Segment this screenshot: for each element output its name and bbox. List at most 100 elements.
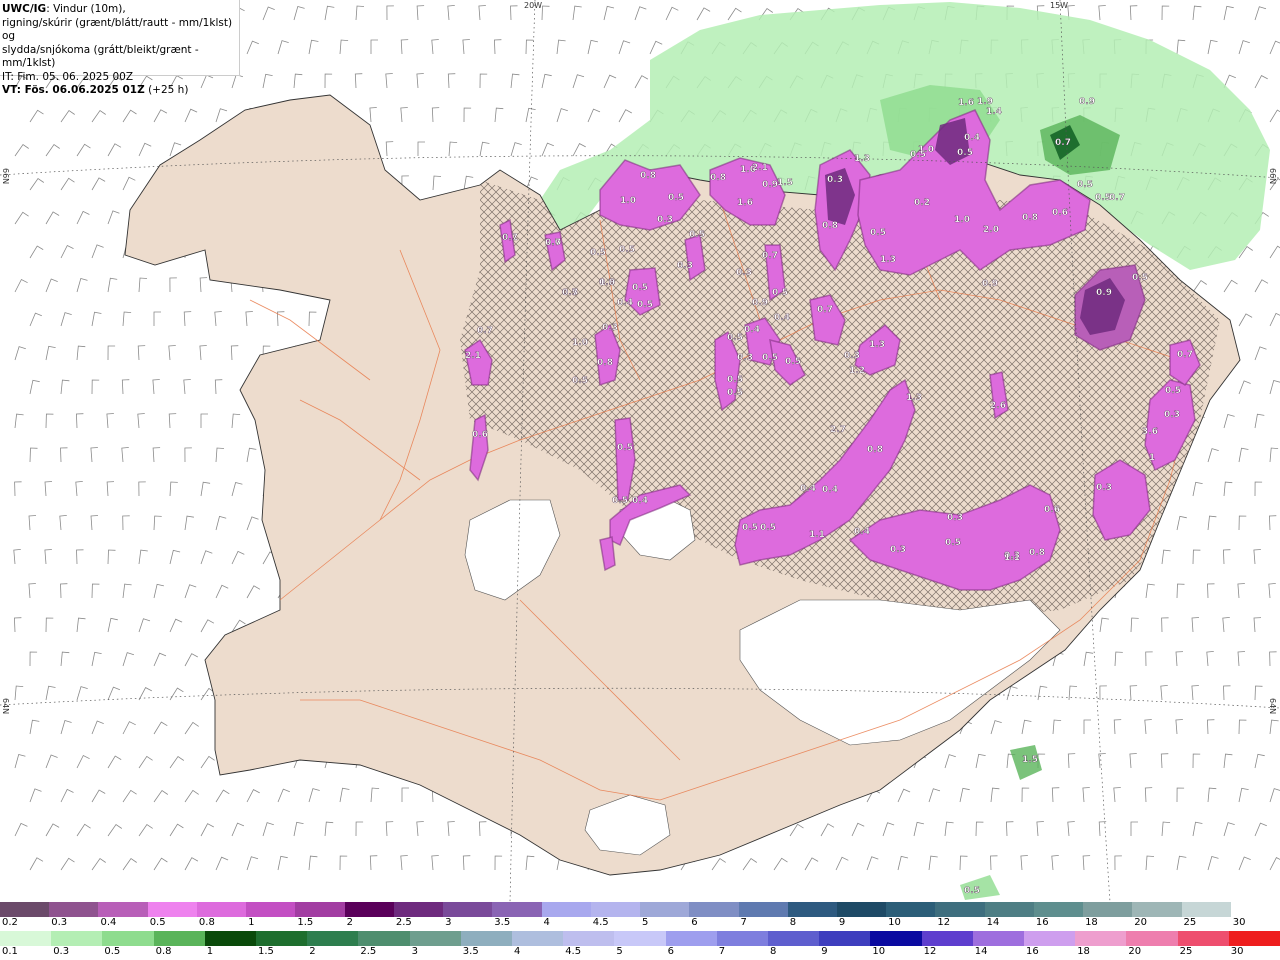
legend-swatch [204, 931, 257, 946]
precip-value-label: 0.7 [762, 251, 778, 261]
precip-value-label: 0.5 [727, 388, 743, 398]
precip-value-label: 0.4 [800, 484, 816, 494]
snow-legend: 0.2 0.3 0.4 0.5 0.8 1 1.5 2 2.5 3 3.5 4 4.5 5 6 7 8 9 10 12… [0, 902, 1280, 931]
wind-barb [308, 311, 317, 327]
wind-barb [835, 856, 849, 871]
wind-barb [1082, 855, 1091, 871]
wind-barb [354, 73, 363, 89]
legend-label: 0.3 [51, 917, 68, 928]
legend-label: 4.5 [592, 917, 609, 928]
wind-barb [184, 789, 199, 803]
legend-swatch [460, 931, 513, 946]
wind-barb [91, 789, 106, 803]
wind-barb [184, 653, 198, 667]
wind-barb [1268, 515, 1277, 531]
wind-barb [432, 175, 442, 191]
wind-barb [1160, 685, 1168, 701]
wind-barb [1206, 719, 1215, 735]
wind-barb [246, 856, 259, 871]
wind-barb [138, 618, 151, 633]
legend-swatch [921, 931, 973, 946]
legend-swatch [295, 902, 345, 917]
wind-barb [928, 788, 941, 803]
wind-barb [1067, 821, 1075, 837]
wind-barb [1254, 279, 1269, 293]
precip-value-label: 0.9 [1079, 97, 1095, 107]
wind-barb [1254, 481, 1263, 497]
wind-barb [45, 617, 54, 633]
wind-barb [1144, 787, 1153, 803]
wind-barb [1254, 822, 1267, 837]
wind-barb [1051, 787, 1060, 803]
legend-label: 12 [937, 917, 951, 928]
wind-barb [29, 719, 40, 735]
wind-barb [975, 821, 984, 837]
legend-swatch [563, 931, 615, 946]
wind-barb [199, 345, 207, 361]
wind-barb [804, 857, 819, 871]
wind-barb [1253, 549, 1261, 565]
wind-barb [820, 823, 835, 837]
wind-barb [153, 721, 168, 735]
wind-barb [649, 40, 663, 55]
legend-swatch [1126, 931, 1178, 946]
wind-barb [1223, 481, 1233, 497]
wind-barb [215, 584, 229, 599]
wind-barb [742, 857, 758, 871]
precip-value-label: 0.4 [822, 485, 838, 495]
wind-barb [76, 345, 86, 361]
wind-barb [866, 856, 879, 871]
legend-label: 1.5 [297, 917, 314, 928]
wind-barb [1176, 787, 1185, 803]
wind-barb [1269, 40, 1280, 55]
precip-value-label: 0.8 [597, 358, 613, 368]
wind-barb [246, 789, 260, 803]
wind-barb [401, 787, 409, 802]
precip-value-label: 0.3 [1164, 410, 1180, 420]
wind-barb [1223, 822, 1235, 837]
legend-label: 8 [789, 917, 797, 928]
precip-value-label: 0.4 [632, 496, 648, 506]
lat-label-64n: 64N [1268, 698, 1277, 714]
precip-value-label: 0.8 [1022, 213, 1038, 223]
wind-barb [1175, 719, 1183, 735]
precip-value-label: 0.5 [910, 150, 926, 160]
precip-value-label: 1.5 [777, 178, 793, 188]
wind-barb [1254, 685, 1263, 701]
wind-barb [138, 142, 152, 157]
precip-value-label: 0.5 [742, 523, 758, 533]
legend-label: 7 [718, 946, 726, 957]
precip-value-label: 0.5 [957, 148, 973, 158]
precip-value-label: 0.7 [477, 326, 493, 336]
wind-barb [138, 823, 153, 837]
legend-label: 20 [1128, 946, 1142, 957]
legend-label: 7 [740, 917, 747, 928]
wind-barb [572, 5, 582, 21]
legend-label: 4 [543, 917, 550, 928]
wind-barb [138, 481, 146, 497]
wind-barb [1269, 312, 1280, 327]
wind-barb [479, 141, 490, 157]
legend-label: 9 [838, 917, 846, 928]
wind-barb [60, 177, 75, 191]
wind-barb [169, 823, 184, 837]
precip-value-label: 0.5 [637, 300, 653, 310]
wind-barb [60, 788, 74, 803]
wind-barb [897, 855, 909, 871]
wind-barb [1130, 617, 1139, 633]
wind-barb [91, 109, 106, 123]
legend-label: 30 [1232, 917, 1246, 928]
legend-label: 0.5 [149, 917, 166, 928]
wind-barb [183, 379, 191, 395]
precip-value-label: 0.5 [772, 288, 788, 298]
legend-swatch [1228, 931, 1280, 946]
legend-label: 1 [206, 946, 214, 957]
wind-barb [618, 40, 631, 55]
wind-barb [1223, 414, 1235, 429]
wind-barb [1269, 857, 1280, 871]
title-line3: slydda/snjókoma (grátt/bleikt/grænt - mm… [2, 43, 199, 70]
wind-barb [1269, 788, 1280, 803]
legend-label: 0.1 [2, 946, 18, 957]
wind-barb [990, 787, 1000, 803]
precip-value-label: 0.3 [657, 215, 673, 225]
